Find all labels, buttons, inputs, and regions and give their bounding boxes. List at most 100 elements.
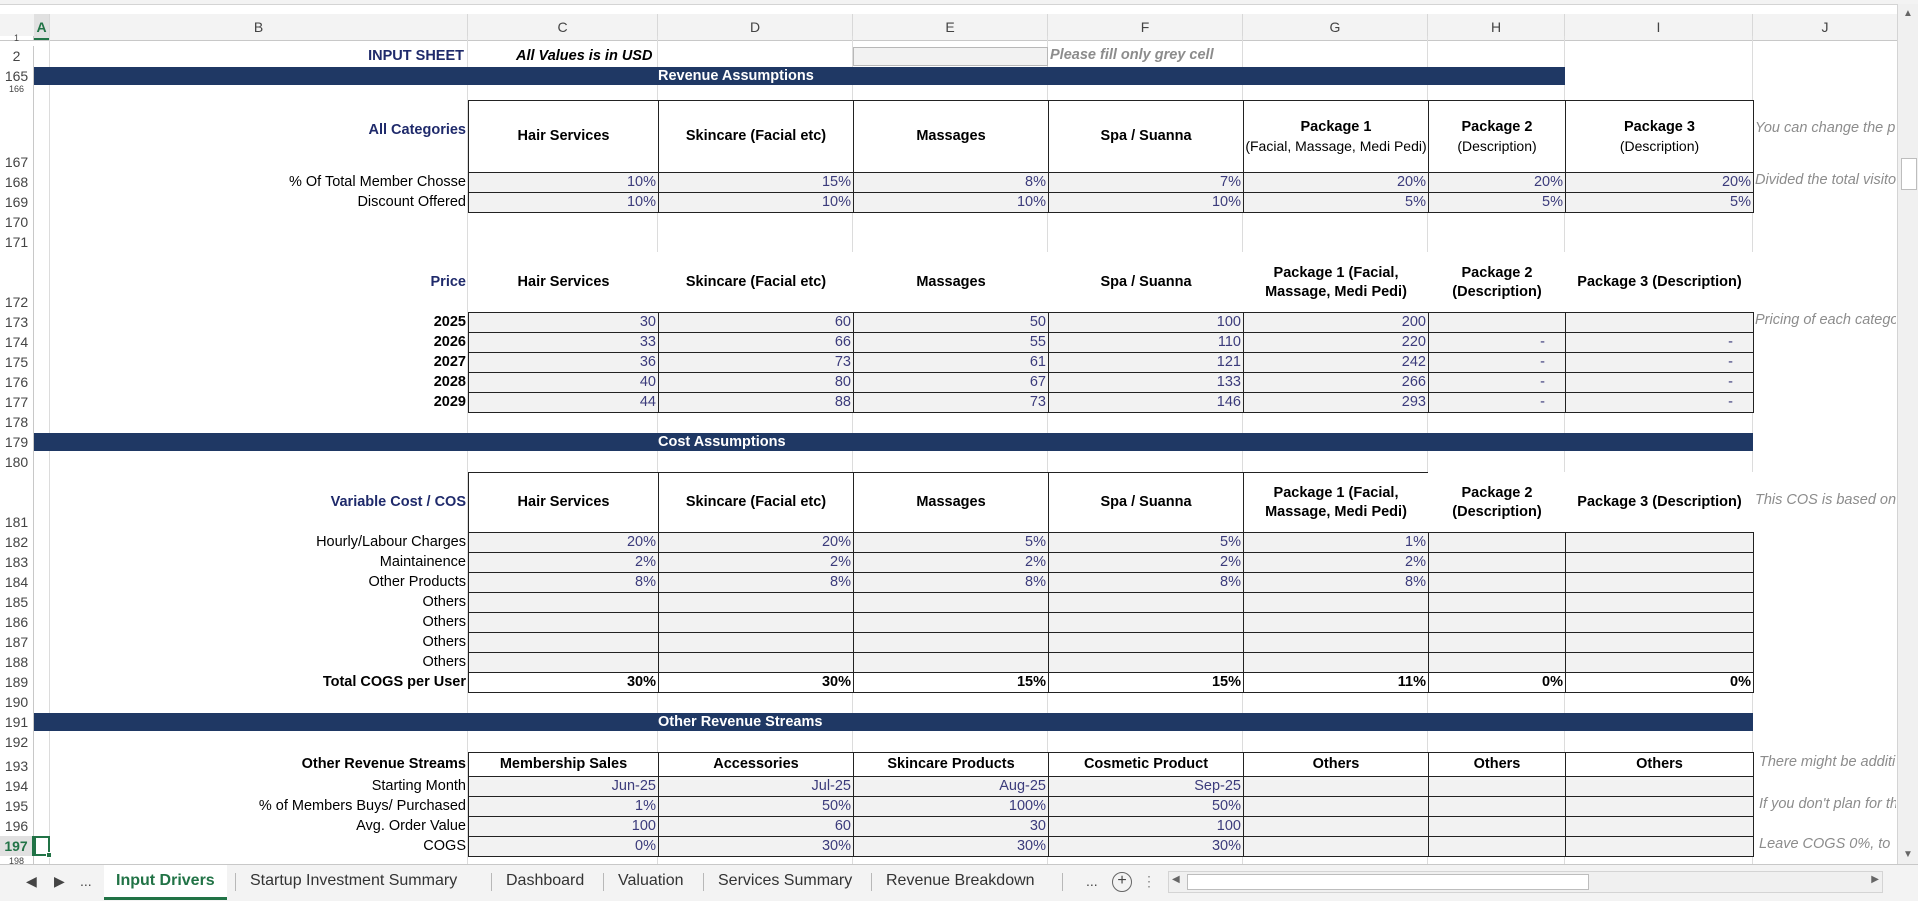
other-cell[interactable] (1428, 836, 1566, 857)
cost-cell[interactable] (658, 652, 854, 673)
cost-cell[interactable] (1048, 652, 1244, 673)
column-header-a[interactable]: A (34, 14, 50, 40)
cost-cell[interactable] (1428, 612, 1566, 633)
cost-cell[interactable] (1428, 632, 1566, 653)
other-cell[interactable]: 50% (658, 796, 854, 817)
other-cell[interactable]: 50% (1048, 796, 1244, 817)
cost-cell[interactable]: 8% (1048, 572, 1244, 593)
other-cell[interactable]: 100 (468, 816, 659, 837)
price-cell[interactable]: 242 (1243, 352, 1429, 373)
other-cell[interactable] (1565, 816, 1754, 837)
hscroll-left-icon[interactable]: ◀ (1172, 874, 1180, 885)
row-header[interactable]: 184 (0, 572, 34, 592)
vertical-scroll-thumb[interactable] (1901, 158, 1917, 190)
cost-cell[interactable] (1243, 632, 1429, 653)
price-cell[interactable]: 88 (658, 392, 854, 413)
other-cell[interactable]: 30 (853, 816, 1049, 837)
cost-cell[interactable] (1428, 572, 1566, 593)
tab-split-handle-icon[interactable]: ⋮ (1142, 865, 1156, 897)
row-header[interactable]: 181 (0, 472, 34, 532)
row-header[interactable]: 177 (0, 392, 34, 412)
scroll-up-icon[interactable]: ▲ (1903, 8, 1913, 19)
input-cell[interactable]: 10% (468, 172, 659, 193)
price-cell[interactable]: 146 (1048, 392, 1244, 413)
price-cell[interactable]: 100 (1048, 312, 1244, 333)
column-header-e[interactable]: E (853, 14, 1048, 40)
hscroll-right-icon[interactable]: ▶ (1871, 874, 1879, 885)
row-header[interactable]: 175 (0, 352, 34, 372)
cost-cell[interactable] (853, 652, 1049, 673)
column-header-j[interactable]: J (1753, 14, 1898, 40)
add-sheet-icon[interactable]: + (1112, 872, 1132, 892)
tab-more-right[interactable]: ... (1086, 865, 1098, 897)
price-cell[interactable]: 66 (658, 332, 854, 353)
other-cell[interactable] (1243, 796, 1429, 817)
price-cell[interactable]: - (1565, 332, 1754, 353)
row-header[interactable]: 186 (0, 612, 34, 632)
cost-cell[interactable]: 8% (1243, 572, 1429, 593)
cost-cell[interactable] (1565, 592, 1754, 613)
other-cell[interactable]: 0% (468, 836, 659, 857)
cost-cell[interactable] (1048, 632, 1244, 653)
cost-cell[interactable]: 2% (1048, 552, 1244, 573)
horizontal-scrollbar[interactable]: ◀ ▶ (1168, 871, 1883, 893)
row-header[interactable]: 190 (0, 692, 34, 712)
price-cell[interactable]: 220 (1243, 332, 1429, 353)
price-cell[interactable]: - (1565, 392, 1754, 413)
column-header-b[interactable]: B (50, 14, 468, 40)
other-cell[interactable]: Aug-25 (853, 776, 1049, 797)
cost-cell[interactable] (1565, 572, 1754, 593)
price-cell[interactable]: - (1565, 372, 1754, 393)
other-cell[interactable]: 1% (468, 796, 659, 817)
price-cell[interactable]: 293 (1243, 392, 1429, 413)
cost-cell[interactable]: 8% (853, 572, 1049, 593)
cost-cell[interactable] (658, 612, 854, 633)
price-cell[interactable]: - (1428, 332, 1566, 353)
other-cell[interactable]: 60 (658, 816, 854, 837)
example-grey-cell[interactable] (853, 47, 1048, 66)
input-cell[interactable]: 15% (658, 172, 854, 193)
input-cell[interactable]: 5% (1428, 192, 1566, 213)
row-header[interactable]: 183 (0, 552, 34, 572)
price-cell[interactable]: 80 (658, 372, 854, 393)
price-cell[interactable]: 40 (468, 372, 659, 393)
row-header[interactable]: 170 (0, 212, 34, 232)
column-header-h[interactable]: H (1428, 14, 1565, 40)
cost-cell[interactable]: 5% (1048, 532, 1244, 553)
row-header[interactable]: 193 (0, 752, 34, 776)
price-cell[interactable] (1565, 312, 1754, 333)
cost-cell[interactable] (1048, 592, 1244, 613)
input-cell[interactable]: 10% (853, 192, 1049, 213)
row-header[interactable]: 198 (0, 856, 34, 864)
price-cell[interactable]: 33 (468, 332, 659, 353)
cost-cell[interactable] (1243, 652, 1429, 673)
price-cell[interactable]: 44 (468, 392, 659, 413)
price-cell[interactable]: 266 (1243, 372, 1429, 393)
cost-cell[interactable]: 2% (1243, 552, 1429, 573)
tab-input-drivers[interactable]: Input Drivers (104, 865, 227, 900)
tab-startup-investment-summary[interactable]: Startup Investment Summary (238, 865, 469, 897)
tab-dashboard[interactable]: Dashboard (494, 865, 596, 897)
row-header[interactable]: 167 (0, 92, 34, 172)
other-cell[interactable] (1565, 836, 1754, 857)
row-header[interactable]: 171 (0, 232, 34, 252)
input-cell[interactable]: 8% (853, 172, 1049, 193)
input-cell[interactable]: 10% (468, 192, 659, 213)
row-header[interactable]: 178 (0, 412, 34, 432)
cost-cell[interactable] (1428, 552, 1566, 573)
input-cell[interactable]: 5% (1565, 192, 1754, 213)
row-header[interactable]: 168 (0, 172, 34, 192)
tab-services-summary[interactable]: Services Summary (706, 865, 864, 897)
other-cell[interactable] (1243, 816, 1429, 837)
price-cell[interactable]: 133 (1048, 372, 1244, 393)
cost-cell[interactable] (1428, 532, 1566, 553)
other-cell[interactable] (1428, 816, 1566, 837)
price-cell[interactable] (1428, 312, 1566, 333)
column-header-d[interactable]: D (658, 14, 853, 40)
cost-cell[interactable] (1428, 652, 1566, 673)
cost-cell[interactable] (1243, 612, 1429, 633)
price-cell[interactable]: 73 (658, 352, 854, 373)
input-cell[interactable]: 10% (658, 192, 854, 213)
row-header[interactable]: 169 (0, 192, 34, 212)
input-cell[interactable]: 20% (1565, 172, 1754, 193)
